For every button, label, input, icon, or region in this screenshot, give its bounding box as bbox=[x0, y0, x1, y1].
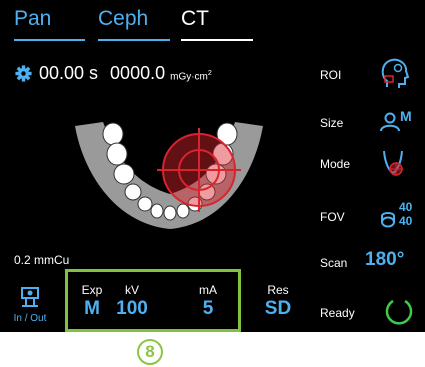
roi-label: ROI bbox=[320, 68, 342, 82]
size-label: Size bbox=[320, 116, 344, 130]
patient-positioning-icon bbox=[21, 287, 39, 307]
tab-ct[interactable]: CT bbox=[181, 6, 253, 41]
patient-size-icon bbox=[380, 112, 400, 132]
dose-unit: mGy·cm2 bbox=[170, 70, 212, 82]
filter-label: 0.2 mmCu bbox=[14, 253, 70, 267]
tab-ceph-label: Ceph bbox=[98, 7, 149, 30]
roi-button[interactable]: ROI bbox=[285, 58, 425, 94]
dose-value: 0000.0 bbox=[110, 63, 166, 83]
jaw-arch-roi-selector[interactable] bbox=[75, 112, 265, 242]
scan-button[interactable]: Scan 180° bbox=[285, 246, 425, 282]
fov-values: 40 40 bbox=[399, 200, 412, 228]
fov-icon bbox=[381, 212, 395, 228]
fov-label: FOV bbox=[320, 210, 345, 224]
res-label: Res bbox=[267, 283, 289, 297]
tab-pan[interactable]: Pan bbox=[14, 6, 85, 41]
ready-label: Ready bbox=[320, 306, 355, 320]
in-out-button[interactable]: In / Out bbox=[10, 282, 50, 326]
step-number-marker: 8 bbox=[137, 339, 163, 365]
scan-label: Scan bbox=[320, 256, 348, 270]
ready-indicator: Ready bbox=[285, 296, 425, 332]
in-out-label: In / Out bbox=[13, 313, 47, 324]
fov-value-top: 40 bbox=[399, 200, 413, 214]
tab-ct-label: CT bbox=[181, 7, 209, 30]
exposure-readout: 00.00 s 0000.0 mGy·cm2 bbox=[15, 63, 212, 84]
fov-value-bottom: 40 bbox=[399, 214, 413, 228]
exposure-params-highlight bbox=[65, 269, 241, 332]
ready-ring-icon bbox=[385, 299, 413, 325]
mode-label: Mode bbox=[320, 157, 351, 171]
dose-unit-exponent: 2 bbox=[207, 69, 212, 77]
dose-unit-text: mGy·cm bbox=[170, 71, 208, 82]
scan-value: 180° bbox=[365, 249, 405, 270]
tab-ceph[interactable]: Ceph bbox=[98, 6, 170, 41]
gear-icon[interactable] bbox=[15, 65, 32, 82]
size-value: M bbox=[400, 108, 412, 124]
head-roi-icon bbox=[381, 58, 409, 88]
fov-button[interactable]: FOV 40 40 bbox=[285, 200, 425, 236]
tab-ceph-underline bbox=[98, 39, 170, 41]
tab-pan-label: Pan bbox=[14, 7, 52, 30]
tab-ct-underline bbox=[181, 39, 253, 41]
mode-button[interactable]: Mode bbox=[285, 147, 425, 183]
tab-pan-underline bbox=[14, 39, 85, 41]
jaw-mode-icon bbox=[383, 150, 403, 176]
exposure-time: 00.00 s bbox=[39, 63, 99, 83]
ct-control-screen: Pan Ceph CT 00.00 s 0000.0 mGy·cm2 0.2 m… bbox=[0, 0, 425, 332]
size-button[interactable]: Size M bbox=[285, 106, 425, 142]
